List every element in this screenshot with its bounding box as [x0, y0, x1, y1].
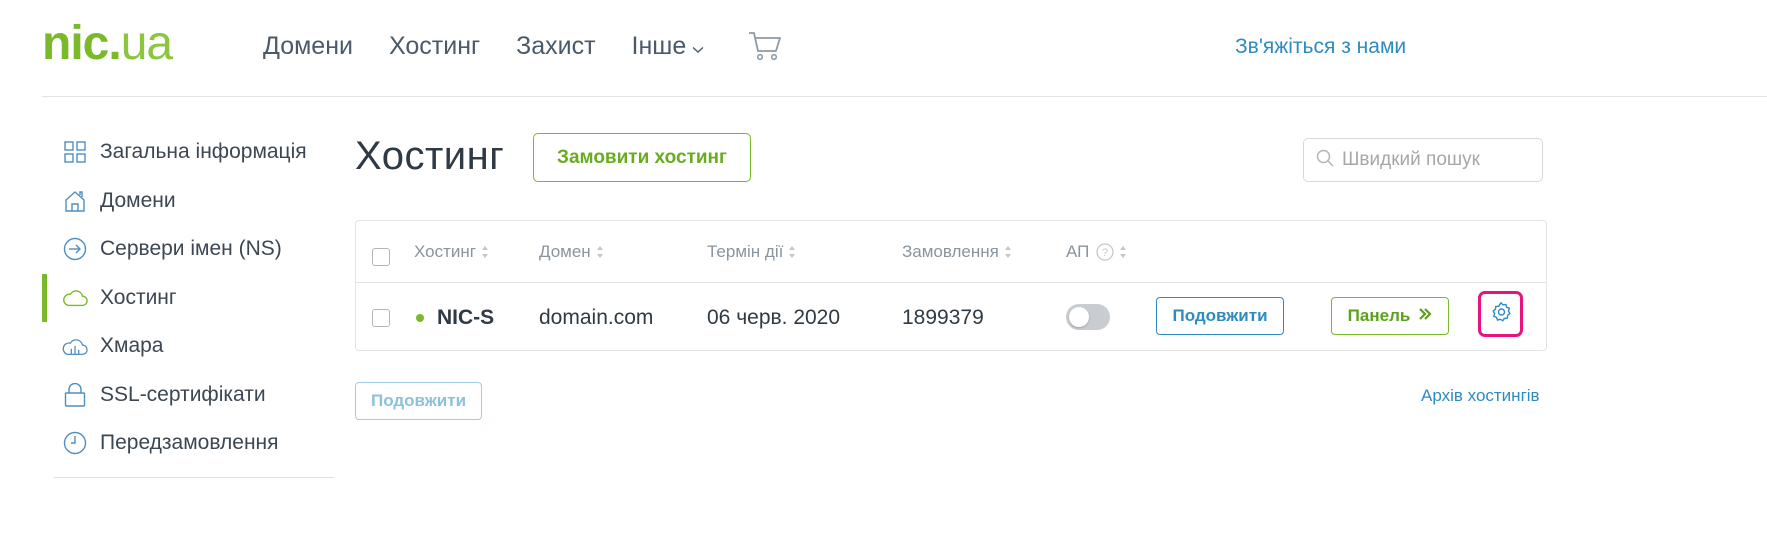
logo-main: nic	[42, 17, 109, 70]
logo-dot: .	[108, 17, 121, 70]
renew-button[interactable]: Подовжити	[1156, 297, 1284, 335]
sidebar-item-nameservers[interactable]: Сервери імен (NS)	[42, 225, 334, 274]
sort-icon	[596, 244, 604, 260]
help-circle-icon[interactable]: ?	[1096, 243, 1115, 261]
column-label: Термін дії	[707, 242, 784, 261]
nav-label: Інше	[631, 32, 687, 60]
column-header-autorenew[interactable]: АП ?	[1066, 241, 1127, 263]
cloud-server-icon	[62, 333, 88, 359]
column-label: Замовлення	[902, 242, 999, 261]
sidebar-item-preorder[interactable]: Передзамовлення	[42, 419, 334, 468]
house-icon	[62, 188, 88, 214]
sidebar-item-overview[interactable]: Загальна інформація	[42, 128, 334, 177]
sidebar-item-cloud[interactable]: Хмара	[42, 322, 334, 371]
search-input[interactable]	[1342, 149, 1532, 171]
nav-label: Хостинг	[388, 32, 481, 60]
search-icon	[1316, 149, 1334, 172]
main-nav: Домени Хостинг Захист Інше	[263, 28, 740, 64]
column-header-order[interactable]: Замовлення	[902, 241, 1012, 263]
clock-icon	[62, 430, 88, 456]
order-hosting-button[interactable]: Замовити хостинг	[533, 133, 751, 182]
nav-item-protection[interactable]: Захист	[516, 28, 595, 64]
nav-item-other[interactable]: Інше	[632, 28, 705, 64]
quick-search[interactable]	[1303, 138, 1543, 182]
column-header-hosting[interactable]: Хостинг	[414, 241, 489, 263]
sort-icon	[1004, 244, 1012, 260]
sidebar-item-label: Передзамовлення	[100, 431, 279, 455]
table-row: NIC-S domain.com 06 черв. 2020 1899379 П…	[356, 283, 1546, 351]
gear-icon	[1490, 301, 1512, 328]
hosting-archive-link[interactable]: Архів хостингів	[1421, 385, 1540, 407]
sidebar-item-label: SSL-сертифікати	[100, 382, 266, 406]
contact-link[interactable]: Зв'яжіться з нами	[1235, 32, 1406, 62]
column-label: АП	[1066, 242, 1090, 261]
sidebar: Загальна інформація Домени Сервери імен …	[42, 128, 334, 468]
bulk-renew-button[interactable]: Подовжити	[355, 382, 482, 420]
nav-item-domains[interactable]: Домени	[263, 28, 353, 64]
column-label: Хостинг	[414, 242, 476, 261]
header-divider	[42, 96, 1767, 97]
logo-tld: ua	[120, 17, 173, 70]
settings-button[interactable]	[1478, 291, 1523, 337]
double-chevron-right-icon	[1418, 306, 1432, 326]
sidebar-divider	[54, 477, 334, 478]
cloud-icon	[62, 285, 88, 311]
column-header-domain[interactable]: Домен	[539, 241, 604, 263]
nav-label: Захист	[516, 32, 596, 60]
cart-icon[interactable]	[748, 30, 782, 62]
sidebar-item-label: Сервери імен (NS)	[100, 237, 282, 261]
sort-icon	[481, 244, 489, 260]
cell-expiry: 06 черв. 2020	[707, 306, 841, 329]
sidebar-item-label: Домени	[100, 188, 176, 212]
sidebar-item-hosting[interactable]: Хостинг	[42, 273, 334, 323]
chevron-down-icon	[692, 28, 704, 64]
sidebar-item-ssl[interactable]: SSL-сертифікати	[42, 371, 334, 420]
svg-text:?: ?	[1102, 247, 1108, 259]
panel-button[interactable]: Панель	[1331, 297, 1449, 335]
arrow-circle-icon	[62, 236, 88, 262]
sort-icon	[1119, 244, 1127, 260]
sort-icon	[788, 244, 796, 260]
autorenew-toggle[interactable]	[1066, 304, 1110, 330]
logo[interactable]: nic.ua	[42, 16, 173, 72]
column-label: Домен	[539, 242, 591, 261]
nav-item-hosting[interactable]: Хостинг	[389, 28, 480, 64]
column-header-expiry[interactable]: Термін дії	[707, 241, 796, 263]
select-all-checkbox[interactable]	[372, 248, 390, 266]
sidebar-item-label: Хостинг	[100, 285, 177, 309]
page-title: Хостинг	[355, 134, 505, 178]
status-indicator	[416, 314, 424, 322]
table-header: Хостинг Домен Термін дії Замовлення АП ?	[356, 221, 1546, 283]
lock-icon	[62, 382, 88, 408]
cell-order: 1899379	[902, 306, 984, 329]
sidebar-item-domains[interactable]: Домени	[42, 177, 334, 226]
row-checkbox[interactable]	[372, 309, 390, 327]
grid-icon	[62, 139, 88, 165]
header: nic.ua Домени Хостинг Захист Інше Зв'яжі…	[0, 0, 1767, 97]
toggle-knob	[1069, 307, 1089, 327]
sidebar-item-label: Хмара	[100, 334, 164, 358]
hosting-table: Хостинг Домен Термін дії Замовлення АП ?…	[355, 220, 1547, 351]
cell-hosting-plan[interactable]: NIC-S	[437, 305, 494, 331]
nav-label: Домени	[263, 32, 353, 60]
cell-domain: domain.com	[539, 306, 654, 329]
panel-button-label: Панель	[1347, 306, 1411, 325]
sidebar-item-label: Загальна інформація	[100, 140, 307, 164]
